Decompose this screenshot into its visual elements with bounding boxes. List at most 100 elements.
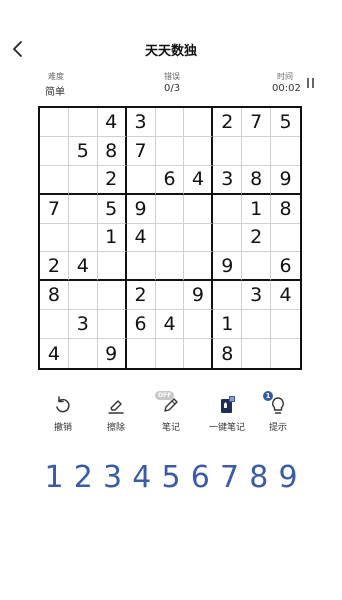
board-cell-r7c5[interactable]	[155, 281, 185, 311]
board-cell-r9c6[interactable]	[184, 339, 214, 368]
board-cell-r5c9[interactable]	[271, 224, 300, 253]
number-key-4[interactable]: 4	[128, 460, 156, 500]
board-cell-r2c1[interactable]	[40, 136, 69, 166]
board-cell-r5c4[interactable]: 4	[126, 223, 156, 253]
board-cell-r6c9[interactable]: 6	[271, 252, 300, 282]
erase-button[interactable]: 擦除	[88, 394, 144, 433]
board-cell-r5c7[interactable]	[213, 223, 243, 253]
board-cell-r1c9[interactable]: 5	[271, 108, 300, 137]
board-cell-r9c3[interactable]: 9	[98, 339, 127, 368]
board-cell-r1c2[interactable]	[68, 108, 98, 137]
number-key-8[interactable]: 8	[245, 460, 273, 500]
board-cell-r2c6[interactable]	[184, 136, 214, 166]
undo-button[interactable]: 撤销	[35, 394, 91, 433]
number-key-2[interactable]: 2	[69, 460, 97, 500]
board-cell-r8c5[interactable]: 4	[155, 310, 185, 340]
board-cell-r6c3[interactable]	[97, 252, 127, 282]
board-cell-r4c4[interactable]: 9	[126, 194, 156, 224]
board-cell-r7c3[interactable]	[97, 281, 127, 311]
board-cell-r2c3[interactable]: 8	[97, 136, 127, 166]
board-cell-r3c6[interactable]: 4	[184, 165, 214, 195]
board-cell-r1c7[interactable]: 2	[213, 108, 243, 137]
board-cell-r1c1[interactable]	[40, 108, 69, 137]
board-cell-r9c2[interactable]	[69, 339, 98, 368]
board-cell-r4c6[interactable]	[184, 194, 214, 224]
board-cell-r7c7[interactable]	[213, 281, 243, 311]
hint-button[interactable]: 1 提示	[250, 391, 306, 433]
board-cell-r5c3[interactable]: 1	[97, 223, 127, 253]
number-key-1[interactable]: 1	[40, 460, 68, 500]
board-cell-r4c9[interactable]: 8	[271, 195, 300, 224]
board-cell-r4c3[interactable]: 5	[97, 194, 127, 224]
board-cell-r4c8[interactable]: 1	[242, 194, 272, 224]
hint-label: 提示	[268, 423, 287, 433]
board-cell-r4c5[interactable]	[155, 194, 185, 224]
board-cell-r7c6[interactable]: 9	[184, 281, 214, 311]
board-cell-r3c9[interactable]: 9	[271, 166, 300, 195]
board-cell-r1c3[interactable]: 4	[97, 108, 127, 137]
board-cell-r4c7[interactable]	[213, 194, 243, 224]
board-cell-r3c7[interactable]: 3	[213, 165, 243, 195]
board-cell-r5c2[interactable]	[68, 223, 98, 253]
board-cell-r2c4[interactable]: 7	[126, 136, 156, 166]
board-cell-r9c4[interactable]	[127, 339, 156, 368]
number-key-7[interactable]: 7	[216, 460, 244, 500]
time-label: 时间	[277, 72, 293, 81]
board-cell-r7c1[interactable]: 8	[40, 281, 69, 311]
board-cell-r8c4[interactable]: 6	[126, 310, 156, 340]
number-key-3[interactable]: 3	[99, 460, 127, 500]
board-cell-r2c9[interactable]	[271, 137, 300, 166]
board-cell-r8c7[interactable]: 1	[213, 310, 243, 340]
auto-notes-button[interactable]: 一键笔记	[199, 394, 255, 433]
board-cell-r6c5[interactable]	[155, 252, 185, 282]
board-cell-r2c5[interactable]	[155, 136, 185, 166]
board-cell-r2c2[interactable]: 5	[68, 136, 98, 166]
board-cell-r7c8[interactable]: 3	[242, 281, 272, 311]
board-cell-r2c7[interactable]	[213, 136, 243, 166]
board-cell-r8c6[interactable]	[184, 310, 214, 340]
board-cell-r5c1[interactable]	[40, 223, 69, 253]
board-cell-r1c5[interactable]	[155, 108, 185, 137]
board-cell-r9c1[interactable]: 4	[40, 339, 69, 368]
board-cell-r8c9[interactable]	[271, 310, 300, 340]
board-cell-r1c6[interactable]	[184, 108, 214, 137]
board-cell-r4c1[interactable]: 7	[40, 194, 69, 224]
board-cell-r4c2[interactable]	[68, 194, 98, 224]
board-cell-r3c1[interactable]	[40, 165, 69, 195]
board-cell-r5c5[interactable]	[155, 223, 185, 253]
board-cell-r6c4[interactable]	[126, 252, 156, 282]
number-key-5[interactable]: 5	[157, 460, 185, 500]
board-cell-r6c1[interactable]: 2	[40, 252, 69, 282]
board-cell-r6c8[interactable]	[242, 252, 272, 282]
board-cell-r7c4[interactable]: 2	[126, 281, 156, 311]
undo-label: 撤销	[53, 423, 72, 433]
board-cell-r9c5[interactable]	[156, 339, 185, 368]
board-cell-r8c8[interactable]	[242, 310, 272, 340]
board-cell-r5c6[interactable]	[184, 223, 214, 253]
notes-button[interactable]: OFF 笔记	[143, 391, 199, 433]
board-cell-r8c2[interactable]: 3	[68, 310, 98, 340]
board-cell-r8c3[interactable]	[97, 310, 127, 340]
board-cell-r8c1[interactable]	[40, 310, 69, 340]
pause-icon[interactable]	[307, 78, 315, 88]
top-bar: 天天数独	[0, 0, 342, 70]
board-cell-r9c7[interactable]: 8	[213, 339, 243, 368]
board-cell-r3c4[interactable]	[126, 165, 156, 195]
board-cell-r6c2[interactable]: 4	[68, 252, 98, 282]
board-cell-r3c3[interactable]: 2	[97, 165, 127, 195]
board-cell-r6c6[interactable]	[184, 252, 214, 282]
board-cell-r1c8[interactable]: 7	[242, 108, 272, 137]
number-key-9[interactable]: 9	[274, 460, 302, 500]
board-cell-r3c5[interactable]: 6	[155, 165, 185, 195]
board-cell-r1c4[interactable]: 3	[126, 108, 156, 137]
number-key-6[interactable]: 6	[186, 460, 214, 500]
board-cell-r7c9[interactable]: 4	[271, 281, 300, 311]
board-cell-r9c8[interactable]	[242, 339, 272, 368]
board-cell-r2c8[interactable]	[242, 136, 272, 166]
board-cell-r3c8[interactable]: 8	[242, 165, 272, 195]
board-cell-r5c8[interactable]: 2	[242, 223, 272, 253]
board-cell-r7c2[interactable]	[68, 281, 98, 311]
board-cell-r9c9[interactable]	[271, 339, 300, 368]
board-cell-r6c7[interactable]: 9	[213, 252, 243, 282]
board-cell-r3c2[interactable]	[68, 165, 98, 195]
